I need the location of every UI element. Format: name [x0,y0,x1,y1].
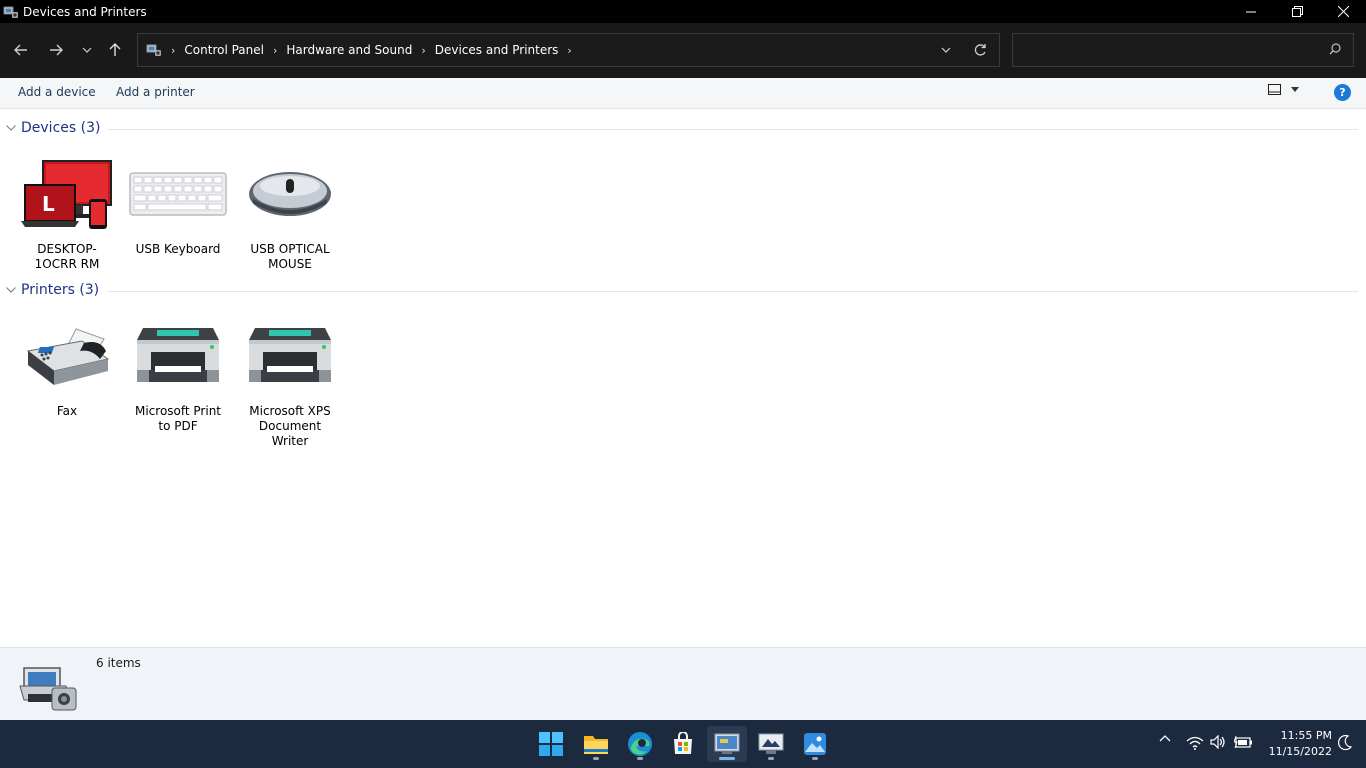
printers-group-header[interactable]: Printers (3) [0,280,1358,300]
forward-button[interactable] [43,37,69,63]
remote-desktop-button[interactable] [751,726,791,762]
back-button[interactable] [8,37,34,63]
address-dropdown-button[interactable] [941,42,951,61]
refresh-button[interactable] [973,42,987,61]
up-button[interactable] [102,37,128,63]
printers-group-title: Printers (3) [21,282,100,298]
svg-text:L: L [42,192,55,216]
chevron-down-icon [82,47,92,53]
control-panel-taskbar-button[interactable] [707,726,747,762]
breadcrumb-separator[interactable]: › [421,44,425,57]
network-button[interactable] [1186,736,1204,750]
device-item[interactable]: USB OPTICAL MOUSE [240,152,340,272]
do-not-disturb-moon-icon [1338,735,1352,751]
item-label: DESKTOP-1OCRR RM [34,242,100,271]
taskbar: 11:55 PM 11/15/2022 [0,720,1366,768]
breadcrumb-devices-and-printers[interactable]: Devices and Printers [435,43,559,57]
breadcrumb-hardware-and-sound[interactable]: Hardware and Sound [286,43,412,57]
search-box[interactable] [1012,33,1354,67]
remote-desktop-icon [758,733,784,754]
back-arrow-icon [14,44,27,56]
minimize-icon [1246,11,1256,12]
devices-group-header[interactable]: Devices (3) [0,118,1358,138]
battery-charging-icon [1234,736,1252,748]
photos-icon [804,733,826,755]
keyboard-icon [128,152,228,236]
edge-button[interactable] [620,726,660,762]
computer-icon: L [17,152,117,236]
printer-icon [128,314,228,398]
store-button[interactable] [663,726,703,762]
item-label: Microsoft XPS Document Writer [249,404,331,448]
battery-button[interactable] [1234,736,1252,748]
restore-button[interactable] [1274,0,1320,23]
forward-arrow-icon [50,44,63,56]
breadcrumb-separator[interactable]: › [171,44,175,57]
printer-item[interactable]: Microsoft XPS Document Writer [240,314,340,449]
breadcrumb-control-panel[interactable]: Control Panel [184,43,264,57]
file-explorer-button[interactable] [576,726,616,762]
devices-printers-icon [3,4,19,20]
clock-time: 11:55 PM [1280,729,1332,742]
item-label: Fax [56,404,78,418]
item-label: Microsoft Print to PDF [134,404,222,433]
search-input[interactable] [1019,40,1319,60]
item-count: 6 items [96,656,141,670]
printer-icon [240,314,340,398]
photos-button[interactable] [795,726,835,762]
start-icon [539,732,563,756]
devices-group-title: Devices (3) [21,120,101,136]
group-divider [107,290,1358,292]
breadcrumb-separator[interactable]: › [273,44,277,57]
edge-icon [628,732,652,756]
navigation-bar: › Control Panel › Hardware and Sound › D… [0,23,1366,78]
title-bar: Devices and Printers [0,0,1366,23]
breadcrumb-separator[interactable]: › [567,44,571,57]
notifications-button[interactable] [1338,735,1352,751]
volume-icon [1210,735,1225,749]
control-panel-icon [714,733,740,754]
fax-icon [17,314,117,398]
window-title: Devices and Printers [23,4,147,19]
clock-date: 11/15/2022 [1268,745,1332,758]
minimize-button[interactable] [1228,0,1274,23]
store-icon [674,732,692,754]
collapse-chevron-icon[interactable] [6,287,18,293]
chevron-down-icon [941,47,951,53]
volume-button[interactable] [1210,735,1226,749]
file-explorer-icon [584,736,608,754]
search-icon[interactable] [1329,43,1341,58]
caret-down-icon [1291,87,1299,92]
start-button[interactable] [531,726,571,762]
devices-printers-icon [18,664,78,715]
show-hidden-icons-button[interactable] [1159,734,1171,742]
collapse-chevron-icon[interactable] [6,125,18,131]
add-device-button[interactable]: Add a device [18,85,96,99]
add-printer-button[interactable]: Add a printer [116,85,195,99]
group-divider [108,128,1358,130]
change-view-button[interactable] [1268,84,1299,95]
wifi-icon [1186,736,1204,750]
help-button[interactable]: ? [1334,84,1351,101]
mouse-icon [240,152,340,236]
address-bar[interactable]: › Control Panel › Hardware and Sound › D… [137,33,1000,67]
device-item[interactable]: L DESKTOP-1OCRR RM [17,152,117,272]
recent-locations-button[interactable] [74,37,100,63]
close-icon [1337,6,1349,17]
system-clock[interactable]: 11:55 PM 11/15/2022 [1256,728,1332,760]
printer-item[interactable]: Fax [17,314,117,419]
details-pane: 6 items [0,647,1366,720]
view-icon [1268,84,1281,95]
device-item[interactable]: USB Keyboard [128,152,228,257]
restore-icon [1291,6,1303,17]
control-panel-icon [146,42,162,58]
command-bar: Add a device Add a printer ? [0,78,1366,109]
up-arrow-icon [109,43,121,56]
chevron-up-icon [1159,735,1171,742]
printer-item[interactable]: Microsoft Print to PDF [128,314,228,434]
close-button[interactable] [1320,0,1366,23]
refresh-icon [974,44,986,56]
item-label: USB OPTICAL MOUSE [250,242,330,271]
item-label: USB Keyboard [135,242,221,256]
